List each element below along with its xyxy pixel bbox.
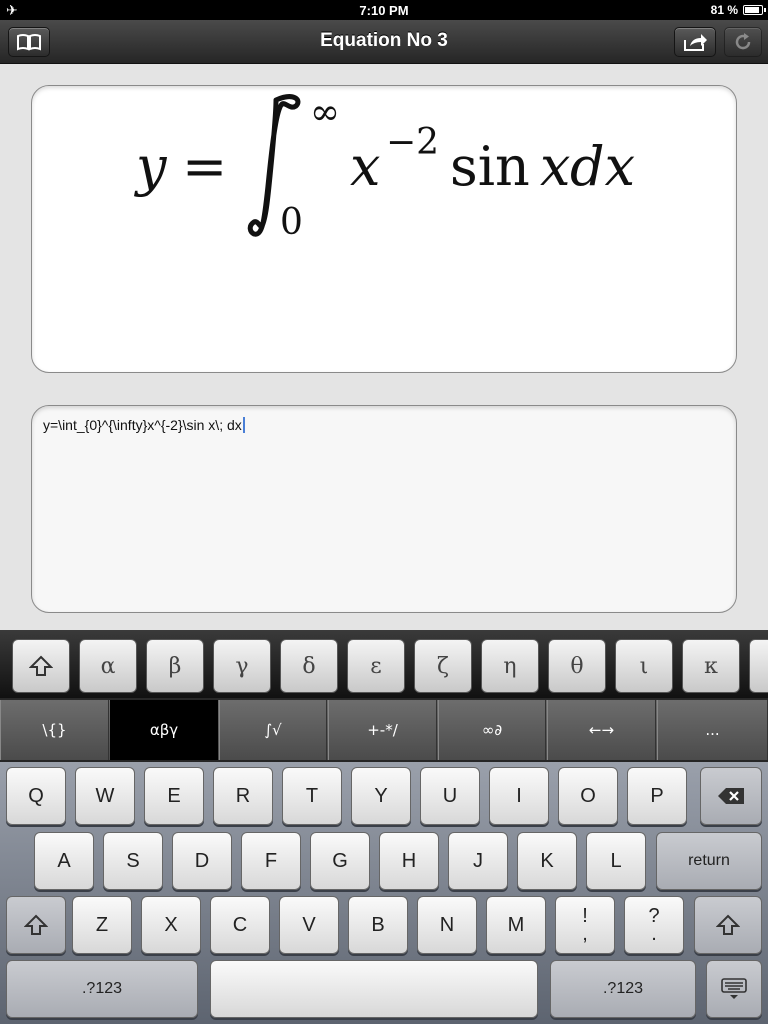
greek-key-overflow[interactable] (749, 639, 768, 693)
greek-key-gamma[interactable]: γ (213, 639, 271, 693)
keyboard-dismiss-icon (721, 978, 747, 999)
key-d[interactable]: D (172, 832, 232, 890)
numbers-right-key[interactable]: .?123 (550, 960, 696, 1018)
shift-icon (716, 914, 740, 935)
eq-lhs: y (134, 135, 168, 198)
tab-braces[interactable]: \{} (0, 700, 109, 760)
battery-percentage: 81 % (710, 3, 738, 17)
refresh-icon (735, 33, 751, 50)
greek-symbol-row: α β γ δ ε ζ η θ ι κ (0, 630, 768, 698)
greek-key-kappa[interactable]: κ (682, 639, 740, 693)
key-t[interactable]: T (282, 767, 342, 825)
shift-right-key[interactable] (694, 896, 762, 954)
status-bar: ✈ 7:10 PM 81 % (0, 0, 768, 20)
equation-preview: y = ∞ 0 x −2 sin x dx (31, 85, 737, 373)
key-j[interactable]: J (448, 832, 508, 890)
tab-integrals[interactable]: ∫√ (219, 700, 327, 760)
page-title: Equation No 3 (320, 30, 448, 51)
status-time: 7:10 PM (359, 3, 409, 18)
key-y[interactable]: Y (351, 767, 411, 825)
tab-more[interactable]: ... (657, 700, 768, 760)
latex-source-editor[interactable]: y=\int_{0}^{\infty}x^{-2}\sin x\; dx (31, 405, 737, 613)
key-n[interactable]: N (417, 896, 477, 954)
key-u[interactable]: U (420, 767, 480, 825)
eq-upper-limit: ∞ (310, 92, 340, 133)
space-bar[interactable] (210, 960, 538, 1018)
eq-lower-limit: 0 (280, 202, 303, 243)
key-k[interactable]: K (517, 832, 577, 890)
key-b[interactable]: B (348, 896, 408, 954)
share-button[interactable] (674, 27, 716, 57)
navigation-bar: Equation No 3 (0, 20, 768, 64)
eq-differential: dx (570, 135, 635, 198)
key-v[interactable]: V (279, 896, 339, 954)
key-a[interactable]: A (34, 832, 94, 890)
eq-equals: = (182, 135, 227, 198)
share-icon (684, 34, 707, 51)
shift-greek-key[interactable] (12, 639, 70, 693)
key-q[interactable]: Q (6, 767, 66, 825)
key-s[interactable]: S (103, 832, 163, 890)
key-w[interactable]: W (75, 767, 135, 825)
key-h[interactable]: H (379, 832, 439, 890)
shift-icon (24, 914, 48, 935)
eq-base: x (350, 135, 380, 198)
tab-operators[interactable]: +-*/ (328, 700, 437, 760)
key-x[interactable]: X (141, 896, 201, 954)
letter-keys: Q W E R T Y U I O P A S D F G H J K L re… (0, 762, 768, 1024)
shift-icon (29, 655, 53, 676)
key-z[interactable]: Z (72, 896, 132, 954)
key-period-label: . (651, 923, 657, 945)
greek-key-beta[interactable]: β (146, 639, 204, 693)
return-key[interactable]: return (656, 832, 762, 890)
greek-key-alpha[interactable]: α (79, 639, 137, 693)
shift-left-key[interactable] (6, 896, 66, 954)
key-e[interactable]: E (144, 767, 204, 825)
backspace-key[interactable] (700, 767, 762, 825)
key-o[interactable]: O (558, 767, 618, 825)
tab-arrows[interactable]: ←→ (547, 700, 656, 760)
greek-key-delta[interactable]: δ (280, 639, 338, 693)
key-l[interactable]: L (586, 832, 646, 890)
hide-keyboard-key[interactable] (706, 960, 762, 1018)
greek-key-zeta[interactable]: ζ (414, 639, 472, 693)
key-f[interactable]: F (241, 832, 301, 890)
eq-function: sin (450, 135, 530, 198)
key-p[interactable]: P (627, 767, 687, 825)
eq-exponent: −2 (386, 122, 439, 163)
latex-source-text[interactable]: y=\int_{0}^{\infty}x^{-2}\sin x\; dx (43, 417, 245, 433)
greek-key-theta[interactable]: θ (548, 639, 606, 693)
text-caret (242, 417, 245, 433)
backspace-icon (718, 788, 744, 804)
greek-key-eta[interactable]: η (481, 639, 539, 693)
greek-key-epsilon[interactable]: ε (347, 639, 405, 693)
tab-infinity[interactable]: ∞∂ (438, 700, 546, 760)
tab-greek[interactable]: αβγ (110, 700, 218, 760)
eq-variable: x (540, 135, 570, 198)
numbers-left-key[interactable]: .?123 (6, 960, 198, 1018)
refresh-button[interactable] (724, 27, 762, 57)
keyboard: α β γ δ ε ζ η θ ι κ \{} αβγ ∫√ +-*/ ∞∂ ←… (0, 630, 768, 1024)
key-i[interactable]: I (489, 767, 549, 825)
latex-source-value: y=\int_{0}^{\infty}x^{-2}\sin x\; dx (43, 417, 242, 433)
symbol-category-tabs: \{} αβγ ∫√ +-*/ ∞∂ ←→ ... (0, 700, 768, 760)
key-r[interactable]: R (213, 767, 273, 825)
key-comma-label: , (582, 923, 588, 945)
key-c[interactable]: C (210, 896, 270, 954)
equation-render: y = ∞ 0 x −2 sin x dx (134, 92, 635, 243)
key-exclamation-comma[interactable]: !, (555, 896, 615, 954)
battery-icon (743, 5, 766, 15)
key-m[interactable]: M (486, 896, 546, 954)
key-g[interactable]: G (310, 832, 370, 890)
greek-key-iota[interactable]: ι (615, 639, 673, 693)
key-question-period[interactable]: ?. (624, 896, 684, 954)
